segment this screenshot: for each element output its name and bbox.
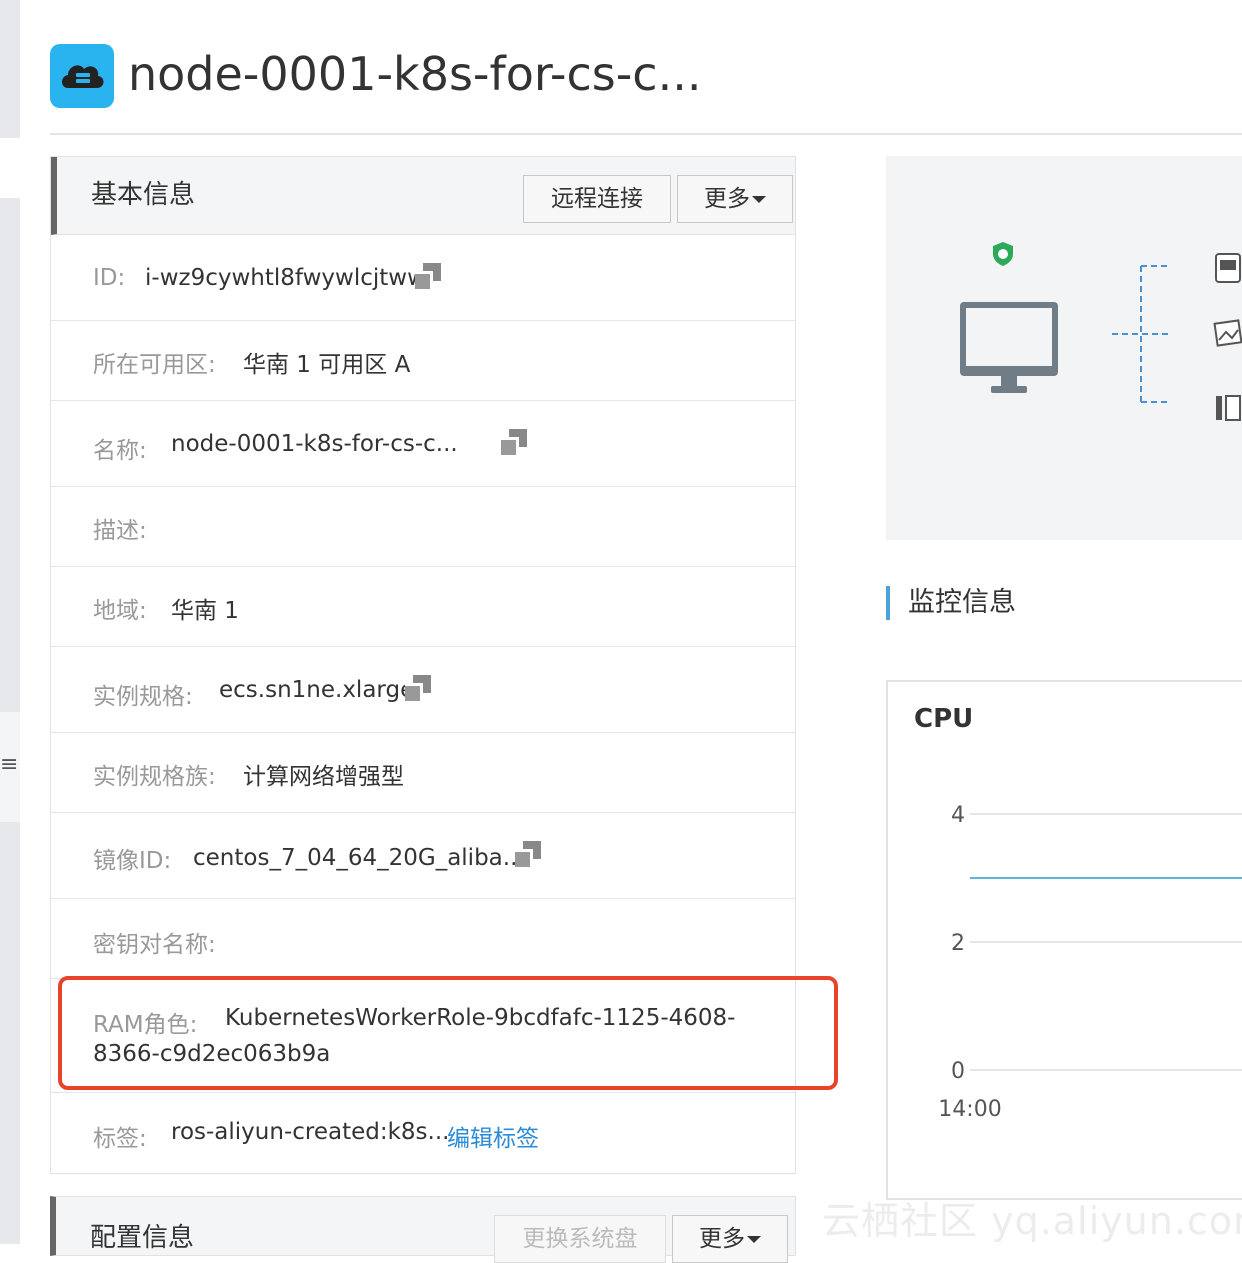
value-instance-type: ecs.sn1ne.xlarge (219, 677, 415, 703)
config-more-label: 更多 (699, 1226, 745, 1252)
topology-diagram (886, 156, 1242, 540)
snapshot-icon (1216, 395, 1241, 421)
change-system-disk-button[interactable]: 更换系统盘 (494, 1215, 666, 1263)
x-tick-label: 14:00 (938, 1097, 1001, 1122)
value-region: 华南 1 (171, 598, 239, 624)
y-tick-label: 4 (951, 803, 965, 828)
row-zone: 所在可用区: 华南 1 可用区 A (51, 321, 795, 401)
cloud-server-icon (50, 44, 114, 108)
rail-top-block (0, 0, 20, 138)
label-zone: 所在可用区: (93, 352, 216, 378)
label-instance-type: 实例规格: (93, 684, 193, 710)
label-name: 名称: (93, 438, 147, 464)
ram-role-highlight (58, 976, 838, 1090)
remote-connect-button[interactable]: 远程连接 (523, 175, 671, 223)
more-button-label: 更多 (704, 186, 750, 212)
monitor-icon (960, 302, 1058, 393)
cpu-chart: 4 2 0 14:00 (938, 803, 1242, 1122)
row-id: ID: i-wz9cywhtl8fwywlcjtww (51, 235, 795, 321)
value-name: node-0001-k8s-for-cs-c... (171, 431, 458, 457)
cpu-chart-card: CPU 4 2 0 14:00 (886, 680, 1242, 1200)
list-icon[interactable]: ≡ (0, 748, 20, 782)
copy-icon[interactable] (501, 429, 527, 455)
caret-down-icon (752, 196, 766, 203)
shield-icon (993, 242, 1013, 266)
copy-icon[interactable] (515, 841, 541, 867)
row-image-id: 镜像ID: centos_7_04_64_20G_aliba... (51, 813, 795, 899)
connector-lines (1112, 265, 1170, 403)
image-icon (1213, 319, 1242, 347)
left-rail: ≡ (0, 0, 20, 1244)
copy-icon[interactable] (415, 263, 441, 289)
more-dropdown-button[interactable]: 更多 (677, 175, 793, 223)
page-title: node-0001-k8s-for-cs-c... (128, 47, 702, 101)
row-region: 地域: 华南 1 (51, 567, 795, 647)
value-id: i-wz9cywhtl8fwywlcjtww (145, 265, 426, 291)
disk-icon (1215, 253, 1241, 283)
value-tags: ros-aliyun-created:k8s... (171, 1119, 450, 1145)
config-info-title: 配置信息 (90, 1223, 195, 1253)
y-tick-label: 2 (951, 931, 965, 956)
row-name: 名称: node-0001-k8s-for-cs-c... (51, 401, 795, 487)
row-tags: 标签: ros-aliyun-created:k8s... 编辑标签 (51, 1093, 795, 1173)
value-image-id: centos_7_04_64_20G_aliba... (193, 845, 525, 871)
basic-info-title: 基本信息 (91, 180, 196, 210)
label-image-id: 镜像ID: (93, 848, 172, 874)
label-key-pair: 密钥对名称: (93, 932, 216, 958)
config-more-dropdown-button[interactable]: 更多 (672, 1215, 788, 1263)
label-instance-family: 实例规格族: (93, 764, 216, 790)
label-region: 地域: (93, 598, 147, 624)
header-divider (50, 133, 1242, 135)
row-instance-type: 实例规格: ecs.sn1ne.xlarge (51, 647, 795, 733)
config-info-panel: 配置信息 更换系统盘 更多 (50, 1196, 796, 1263)
watermark: 云栖社区 yq.aliyun.com (822, 1199, 1242, 1243)
row-key-pair: 密钥对名称: (51, 899, 795, 979)
row-description: 描述: (51, 487, 795, 567)
basic-info-header: 基本信息 远程连接 更多 (51, 157, 795, 235)
monitoring-title: 监控信息 (886, 586, 1016, 620)
label-tags: 标签: (93, 1126, 147, 1152)
label-id: ID: (93, 265, 126, 291)
caret-down-icon (747, 1236, 761, 1243)
copy-icon[interactable] (405, 675, 431, 701)
edit-tags-link[interactable]: 编辑标签 (447, 1119, 539, 1153)
value-zone: 华南 1 可用区 A (243, 352, 411, 378)
y-tick-label: 0 (951, 1059, 965, 1084)
value-instance-family: 计算网络增强型 (243, 764, 404, 790)
label-description: 描述: (93, 518, 147, 544)
row-instance-family: 实例规格族: 计算网络增强型 (51, 733, 795, 813)
